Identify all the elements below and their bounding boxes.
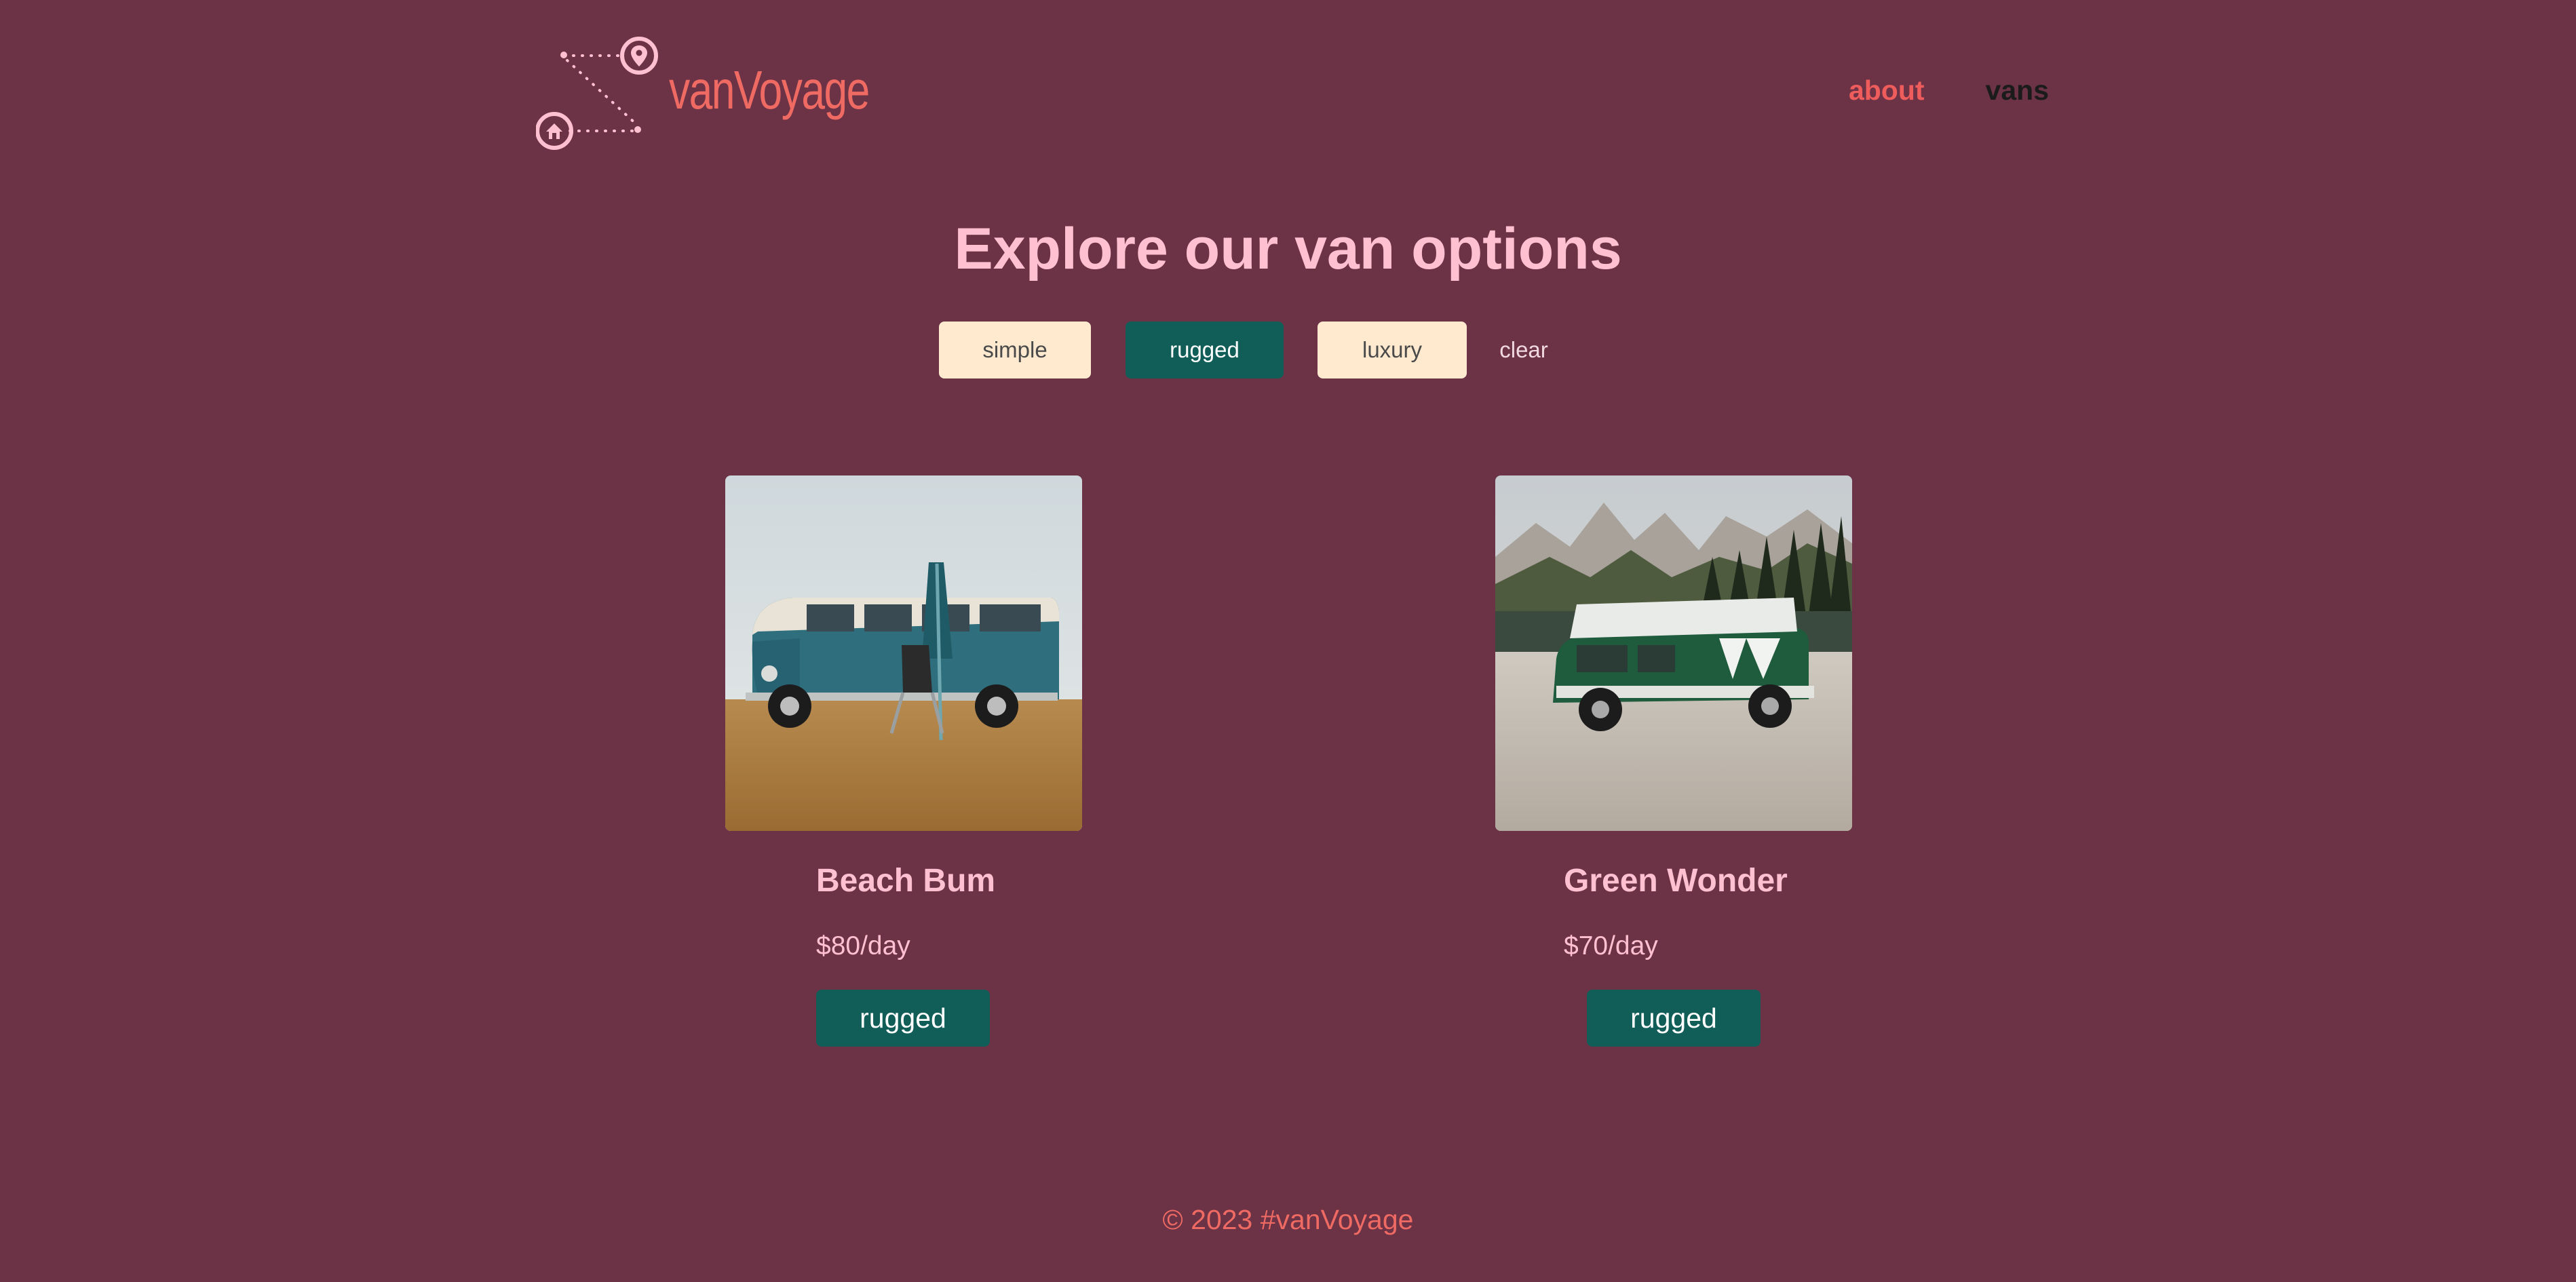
van-type-badge[interactable]: rugged [816,990,990,1047]
van-photo [725,475,1082,831]
filter-luxury-button[interactable]: luxury [1318,322,1467,378]
page-title: Explore our van options [954,216,1622,281]
filter-rugged-button[interactable]: rugged [1126,322,1284,378]
main-nav: about vans [1849,75,2049,106]
van-image-green-wonder[interactable] [1495,475,1852,831]
site-header: vanVoyage about vans [536,31,2049,159]
nav-vans-link[interactable]: vans [1986,75,2049,106]
filter-simple-button[interactable]: simple [939,322,1091,378]
van-image-beach-bum[interactable] [725,475,1082,831]
van-name: Beach Bum [816,863,996,899]
van-price: $70/day [1564,931,1658,960]
van-photo [1495,475,1852,831]
logo-text: vanVoyage [669,60,870,120]
van-type-badge[interactable]: rugged [1587,990,1761,1047]
van-price: $80/day [816,931,910,960]
clear-filters-button[interactable]: clear [1490,322,1558,378]
route-logo-icon [536,37,658,150]
van-name: Green Wonder [1564,863,1788,899]
site-footer: © 2023 #vanVoyage [1162,1204,1414,1235]
nav-about-link[interactable]: about [1849,75,1925,106]
